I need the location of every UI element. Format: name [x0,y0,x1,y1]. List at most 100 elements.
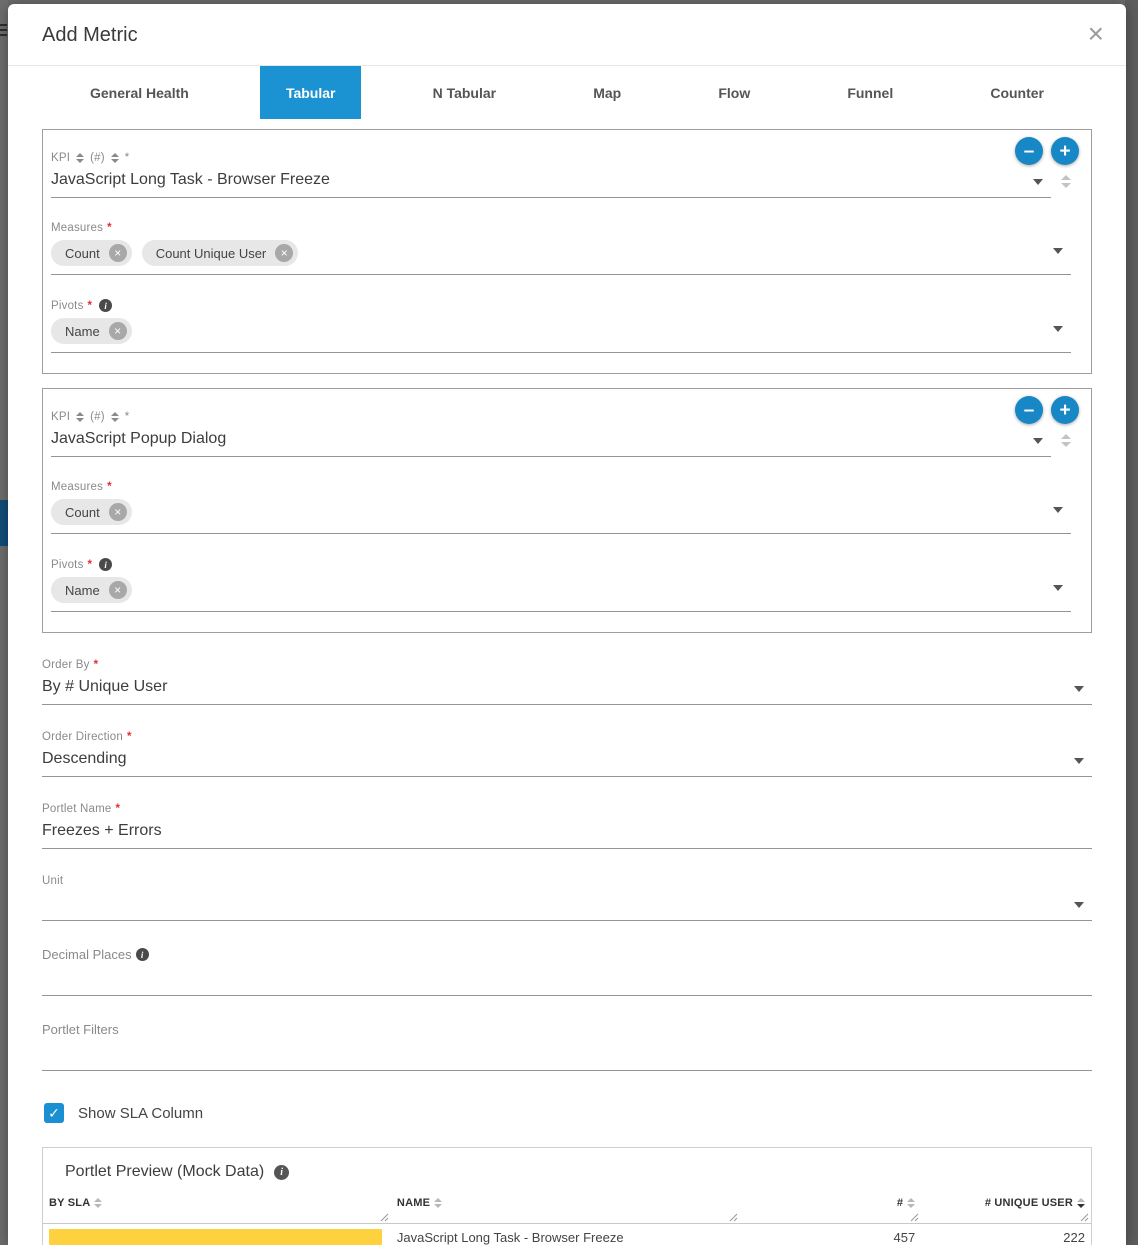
sla-bar [49,1229,382,1245]
kpi-reorder-icon [76,412,84,422]
required-mark: * [94,659,99,671]
dialog-header: Add Metric × [8,4,1126,66]
required-mark: * [88,300,93,312]
unit-field: Unit [42,875,1092,921]
measure-chip: Count Unique User × [142,240,299,266]
chevron-down-icon[interactable] [1074,758,1084,764]
portlet-filters-input[interactable] [42,1037,1092,1071]
decimal-places-label: Decimal Places [42,947,132,962]
tab-n-tabular[interactable]: N Tabular [407,66,523,119]
dialog-body: – + KPI (#) * JavaScript Long Task - Bro… [8,119,1126,1245]
table-row: JavaScript Long Task - Browser Freeze 45… [43,1224,1091,1245]
kpi-required-mark: * [125,411,130,423]
measures-select[interactable]: Count × [51,493,1071,534]
portlet-name-label: Portlet Name [42,803,112,815]
required-mark: * [107,481,112,493]
pivots-select[interactable]: Name × [51,312,1071,353]
chevron-down-icon[interactable] [1033,179,1043,185]
sort-icon[interactable] [94,1198,102,1208]
order-direction-select[interactable]: Descending [42,743,1092,777]
required-mark: * [88,559,93,571]
pivot-chip: Name × [51,577,132,603]
dialog-title: Add Metric [42,24,1092,47]
measures-select[interactable]: Count × Count Unique User × [51,234,1071,275]
chip-remove-icon[interactable]: × [109,244,127,262]
chevron-down-icon[interactable] [1053,248,1063,254]
background-sidebar-edge [0,0,8,1245]
unit-label: Unit [42,875,63,887]
kpi-weight-stepper[interactable] [1061,434,1071,447]
kpi-label-text: KPI [51,152,70,164]
kpi-label: KPI (#) * [51,411,1071,423]
sort-icon[interactable] [434,1198,442,1208]
order-by-value: By # Unique User [42,678,1074,696]
column-header-unique-user[interactable]: # UNIQUE USER [921,1193,1091,1224]
kpi-label-weight: (#) [90,152,105,164]
decimal-places-input[interactable] [42,962,1092,996]
kpi-select[interactable]: JavaScript Long Task - Browser Freeze [51,164,1051,198]
order-by-select[interactable]: By # Unique User [42,671,1092,705]
chevron-down-icon[interactable] [1074,902,1084,908]
chip-remove-icon[interactable]: × [109,581,127,599]
column-header-count[interactable]: # [740,1193,921,1224]
add-kpi-button[interactable]: + [1051,396,1079,424]
info-icon[interactable]: i [99,299,112,312]
tab-general-health[interactable]: General Health [64,66,215,119]
kpi-label: KPI (#) * [51,152,1071,164]
sort-icon[interactable] [907,1198,915,1208]
kpi-card-2: – + KPI (#) * JavaScript Popup Dialog Me [42,388,1092,633]
tab-map[interactable]: Map [567,66,647,119]
sort-icon-active[interactable] [1077,1198,1085,1208]
info-icon[interactable]: i [136,948,149,961]
column-header-by-sla[interactable]: BY SLA [43,1193,391,1224]
kpi-weight-stepper[interactable] [1061,175,1071,188]
close-icon[interactable]: × [1088,20,1104,48]
show-sla-checkbox[interactable]: ✓ [44,1103,64,1123]
remove-kpi-button[interactable]: – [1015,137,1043,165]
remove-kpi-button[interactable]: – [1015,396,1043,424]
decimal-places-field: Decimal Places i [42,947,1092,996]
pivots-select[interactable]: Name × [51,571,1071,612]
kpi-weight-reorder-icon [111,412,119,422]
column-resize-handle[interactable] [910,1213,919,1222]
order-direction-field: Order Direction* Descending [42,731,1092,777]
tab-counter[interactable]: Counter [964,66,1070,119]
kpi-card-1: – + KPI (#) * JavaScript Long Task - Bro… [42,129,1092,374]
column-resize-handle[interactable] [1080,1213,1089,1222]
chevron-down-icon[interactable] [1053,326,1063,332]
chip-remove-icon[interactable]: × [275,244,293,262]
kpi-weight-reorder-icon [111,153,119,163]
info-icon[interactable]: i [274,1165,289,1180]
add-kpi-button[interactable]: + [1051,137,1079,165]
preview-title: Portlet Preview (Mock Data) i [65,1163,1091,1181]
portlet-preview-card: Portlet Preview (Mock Data) i BY SLA NAM… [42,1147,1092,1245]
tab-funnel[interactable]: Funnel [821,66,919,119]
info-icon[interactable]: i [99,558,112,571]
chevron-down-icon[interactable] [1053,507,1063,513]
portlet-name-input[interactable]: Freezes + Errors [42,815,1092,849]
column-header-name[interactable]: NAME [391,1193,740,1224]
unit-select[interactable] [42,887,1092,921]
show-sla-label: Show SLA Column [78,1105,203,1122]
metric-type-tabs: General Health Tabular N Tabular Map Flo… [8,66,1126,119]
tab-flow[interactable]: Flow [692,66,776,119]
kpi-select[interactable]: JavaScript Popup Dialog [51,423,1051,457]
column-resize-handle[interactable] [380,1213,389,1222]
chip-remove-icon[interactable]: × [109,503,127,521]
measures-label: Measures* [51,481,1071,493]
portlet-filters-label: Portlet Filters [42,1022,119,1037]
background-page-edge [1125,0,1138,1245]
chevron-down-icon[interactable] [1033,438,1043,444]
chevron-down-icon[interactable] [1074,686,1084,692]
order-by-field: Order By* By # Unique User [42,659,1092,705]
kpi-select-value: JavaScript Long Task - Browser Freeze [51,171,1033,189]
sidebar-active-item [0,500,8,546]
tab-tabular[interactable]: Tabular [260,66,362,119]
order-direction-label: Order Direction [42,731,123,743]
chip-remove-icon[interactable]: × [109,322,127,340]
required-mark: * [107,222,112,234]
chevron-down-icon[interactable] [1053,585,1063,591]
column-resize-handle[interactable] [729,1213,738,1222]
kpi-label-weight: (#) [90,411,105,423]
pivots-label: Pivots* i [51,558,1071,571]
